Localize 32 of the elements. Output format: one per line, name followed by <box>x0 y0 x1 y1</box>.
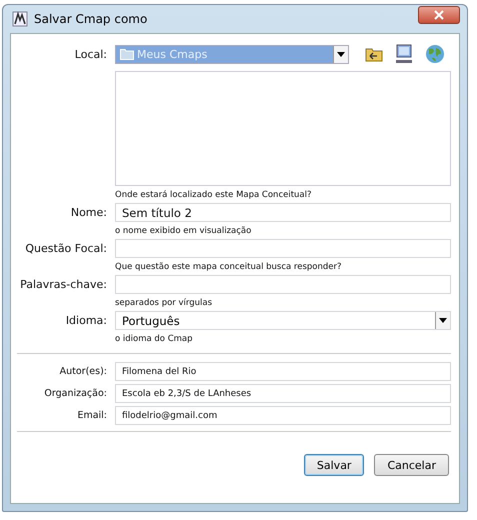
hint-text: o nome exibido em visualização <box>115 226 252 236</box>
window-title: Salvar Cmap como <box>34 12 148 26</box>
close-button[interactable] <box>418 6 460 24</box>
hint-text: separados por vírgulas <box>115 298 214 308</box>
dialog-button[interactable]: Salvar <box>304 454 364 476</box>
language-dropdown[interactable]: Português <box>115 311 451 330</box>
field-label: Email: <box>76 410 107 421</box>
hint-text: o idioma do Cmap <box>115 334 194 344</box>
folder-icon <box>120 48 134 60</box>
input-field[interactable]: Escola eb 2,3/S de LAnheses <box>115 384 451 403</box>
hint-text: Que questão este mapa conceitual busca responder? <box>115 262 343 272</box>
globe-icon[interactable] <box>425 44 445 64</box>
input-field[interactable]: Filomena del Rio <box>115 362 451 381</box>
input-field[interactable]: filodelrio@gmail.com <box>115 406 451 425</box>
caret-icon <box>439 318 447 323</box>
field-label: Idioma: <box>64 314 107 327</box>
app-icon <box>12 11 28 27</box>
field-label: Palavras-chave: <box>19 278 107 291</box>
dialog-button[interactable]: Cancelar <box>374 454 449 476</box>
computer-icon[interactable] <box>395 44 413 64</box>
input-field[interactable] <box>115 239 451 258</box>
hint-text: Onde estará localizado este Mapa Conceitual? <box>115 190 313 200</box>
caret-icon <box>337 52 345 56</box>
close-icon <box>433 10 445 20</box>
input-field[interactable] <box>115 275 451 294</box>
field-label: Local: <box>74 48 107 60</box>
field-label: Nome: <box>70 206 107 219</box>
field-label: Autor(es): <box>58 366 107 377</box>
input-field[interactable]: Sem título 2 <box>115 203 451 222</box>
field-label: Questão Focal: <box>24 242 107 255</box>
field-label: Organização: <box>43 388 107 399</box>
folder-up-icon[interactable] <box>365 46 383 62</box>
